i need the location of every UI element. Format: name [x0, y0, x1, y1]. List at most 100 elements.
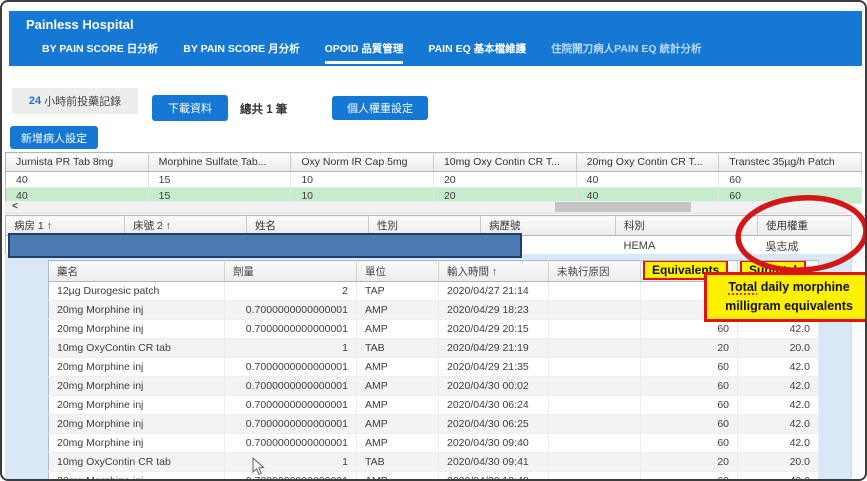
detail-table-cell: AMP [357, 301, 439, 320]
med-table-cell: 40 [6, 172, 149, 188]
med-table-column-header[interactable]: 20mg Oxy Contin CR T... [576, 153, 719, 172]
detail-table-row[interactable]: 20mg Morphine inj0.7000000000000001AMP20… [49, 472, 819, 481]
period-text: 小時前投藥記錄 [44, 93, 121, 109]
detail-table-cell: 1 [225, 453, 357, 472]
app-header: Painless Hospital BY PAIN SCORE 日分析 BY PA… [9, 11, 862, 66]
detail-table-cell: 60 [641, 396, 738, 415]
detail-table-cell: 20mg Morphine inj [49, 396, 225, 415]
scroll-left-icon[interactable]: < [12, 201, 18, 213]
detail-table-row[interactable]: 20mg Morphine inj0.7000000000000001AMP20… [49, 358, 819, 377]
detail-table-row[interactable]: 12µg Durogesic patch2TAP2020/04/27 21:14… [49, 282, 819, 301]
callout-text: milligram equivalents [725, 299, 853, 313]
detail-table-cell: 42.0 [738, 358, 819, 377]
detail-table-cell [549, 301, 641, 320]
detail-table-row[interactable]: 20mg Morphine inj0.7000000000000001AMP20… [49, 320, 819, 339]
med-table-cell: 10 [291, 172, 434, 188]
tab-1[interactable]: BY PAIN SCORE 日分析 [42, 41, 158, 64]
detail-table-cell: 60 [641, 358, 738, 377]
tab-3[interactable]: OPOID 品質管理 [325, 41, 404, 64]
detail-table-cell: AMP [357, 320, 439, 339]
detail-table-cell: 20mg Morphine inj [49, 301, 225, 320]
callout-text: daily morphine [757, 280, 849, 294]
tab-5[interactable]: 住院開刀病人PAIN EQ 統計分析 [551, 41, 701, 64]
personal-weight-button[interactable]: 個人權重設定 [332, 96, 428, 120]
detail-table-cell [549, 358, 641, 377]
annotation-callout: Total daily morphine milligram equivalen… [704, 272, 867, 322]
med-table-column-header[interactable]: 10mg Oxy Contin CR T... [433, 153, 576, 172]
detail-table-cell: AMP [357, 377, 439, 396]
detail-table-cell [549, 415, 641, 434]
detail-table-cell: TAP [357, 282, 439, 301]
detail-table-cell: 10mg OxyContin CR tab [49, 453, 225, 472]
detail-table-cell [549, 339, 641, 358]
detail-table-cell: 2020/04/30 09:40 [439, 434, 549, 453]
detail-table-cell: 20mg Morphine inj [49, 415, 225, 434]
detail-table-row[interactable]: 20mg Morphine inj0.7000000000000001AMP20… [49, 377, 819, 396]
med-table-column-header[interactable]: Morphine Sulfate Tab... [148, 153, 291, 172]
detail-column-header[interactable]: 單位 [357, 261, 439, 282]
detail-table-cell [549, 472, 641, 481]
detail-table-cell: AMP [357, 434, 439, 453]
detail-table-cell: 1 [225, 339, 357, 358]
period-label: 24 小時前投藥記錄 [12, 88, 138, 114]
detail-table-cell: 20mg Morphine inj [49, 472, 225, 481]
detail-table-cell: 2020/04/30 06:24 [439, 396, 549, 415]
download-button[interactable]: 下載資料 [152, 95, 228, 121]
tab-2[interactable]: BY PAIN SCORE 月分析 [183, 41, 299, 64]
med-table-column-header[interactable]: Oxy Norm IR Cap 5mg [291, 153, 434, 172]
patient-column-header[interactable]: 科別 [616, 216, 758, 236]
med-table-cell: 20 [433, 172, 576, 188]
med-table-cell: 60 [719, 172, 862, 188]
detail-table-row[interactable]: 20mg Morphine inj0.7000000000000001AMP20… [49, 434, 819, 453]
detail-table-cell: 0.7000000000000001 [225, 472, 357, 481]
detail-table-cell: AMP [357, 358, 439, 377]
app-title: Painless Hospital [26, 17, 134, 32]
add-patient-button[interactable]: 新增病人設定 [10, 126, 98, 149]
detail-table-cell [549, 282, 641, 301]
detail-table-cell: 12µg Durogesic patch [49, 282, 225, 301]
detail-column-header[interactable]: 藥名 [49, 261, 225, 282]
detail-table-cell: 2 [225, 282, 357, 301]
detail-table-row[interactable]: 20mg Morphine inj0.7000000000000001AMP20… [49, 301, 819, 320]
detail-table-row[interactable]: 20mg Morphine inj0.7000000000000001AMP20… [49, 396, 819, 415]
horizontal-scrollbar[interactable]: < [5, 201, 848, 214]
detail-table-cell: TAB [357, 339, 439, 358]
patient-redaction-overlay [8, 233, 522, 258]
detail-table-cell: 20 [641, 453, 738, 472]
detail-table-cell: 2020/04/30 09:41 [439, 453, 549, 472]
detail-table-cell: 20mg Morphine inj [49, 434, 225, 453]
detail-table-cell: 2020/04/30 00:02 [439, 377, 549, 396]
detail-table-cell: AMP [357, 472, 439, 481]
detail-table-cell: 20.0 [738, 453, 819, 472]
detail-table-row[interactable]: 20mg Morphine inj0.7000000000000001AMP20… [49, 415, 819, 434]
detail-column-header[interactable]: 劑量 [225, 261, 357, 282]
horizontal-scrollbar-thumb[interactable] [555, 202, 691, 212]
detail-table-cell [549, 320, 641, 339]
detail-table-cell: 0.7000000000000001 [225, 358, 357, 377]
detail-table-cell: 60 [641, 472, 738, 481]
detail-table-cell [549, 453, 641, 472]
callout-text: Total [728, 280, 757, 294]
detail-table-cell [549, 396, 641, 415]
detail-table-cell: 0.7000000000000001 [225, 377, 357, 396]
detail-table-cell: 0.7000000000000001 [225, 434, 357, 453]
detail-table-cell: 42.0 [738, 320, 819, 339]
detail-table-cell: 60 [641, 320, 738, 339]
detail-table-row[interactable]: 10mg OxyContin CR tab1TAB2020/04/29 21:1… [49, 339, 819, 358]
vertical-scrollbar-gutter[interactable] [851, 215, 864, 478]
med-table-column-header[interactable]: Jurnista PR Tab 8mg [6, 153, 149, 172]
detail-table-cell: 2020/04/29 18:23 [439, 301, 549, 320]
detail-table-cell: 10mg OxyContin CR tab [49, 339, 225, 358]
detail-column-header[interactable]: 未執行原因 [549, 261, 641, 282]
detail-column-header[interactable]: 輸入時間 ↑ [439, 261, 549, 282]
detail-table-cell: 42.0 [738, 434, 819, 453]
detail-table-row[interactable]: 10mg OxyContin CR tab1TAB2020/04/30 09:4… [49, 453, 819, 472]
detail-table-cell: TAB [357, 453, 439, 472]
detail-table-cell: 20.0 [738, 339, 819, 358]
detail-table-cell: 42.0 [738, 377, 819, 396]
med-table-cell: 15 [148, 172, 291, 188]
detail-table-cell: 2020/04/27 21:14 [439, 282, 549, 301]
tab-4[interactable]: PAIN EQ 基本檔維護 [428, 41, 526, 64]
med-table-column-header[interactable]: Transtec 35µg/h Patch [719, 153, 862, 172]
med-table-row[interactable]: 401510204060 [6, 172, 862, 188]
